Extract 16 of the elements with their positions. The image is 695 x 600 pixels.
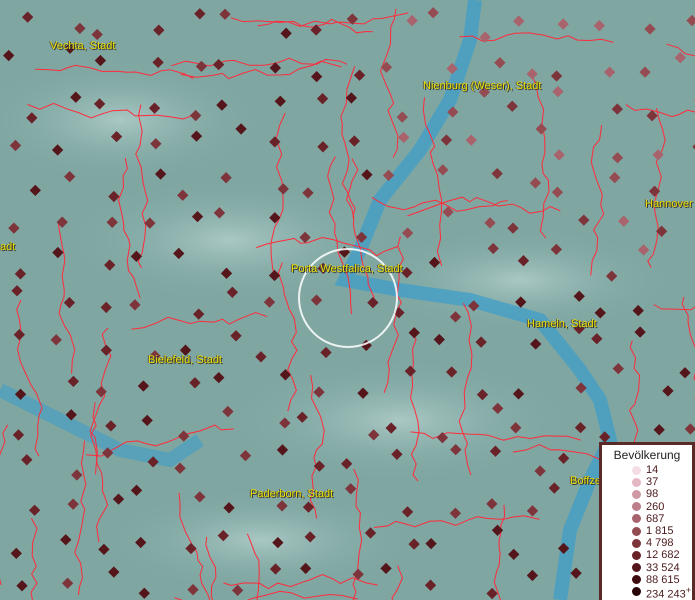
legend-value: 88 615: [646, 574, 680, 586]
legend-value: 234 243$^{+}$: [646, 584, 692, 600]
legend-value: 4 798: [646, 537, 674, 550]
legend-value: 98: [646, 488, 658, 500]
legend-value: 260: [646, 500, 664, 513]
legend-value: 37: [646, 476, 658, 488]
place-label: adt: [0, 241, 16, 254]
legend-value: 33 524: [646, 562, 680, 574]
legend-value: 687: [646, 512, 664, 525]
place-label: Bielefeld, Stadt: [148, 354, 222, 367]
place-label: Boffze: [570, 475, 601, 488]
legend-title: Bevölkerung: [612, 448, 682, 462]
place-label: Hameln, Stadt: [527, 318, 597, 331]
legend-value: 1 815: [646, 525, 674, 538]
legend-value: 12 682: [646, 549, 680, 562]
legend-value: 14: [646, 464, 658, 476]
